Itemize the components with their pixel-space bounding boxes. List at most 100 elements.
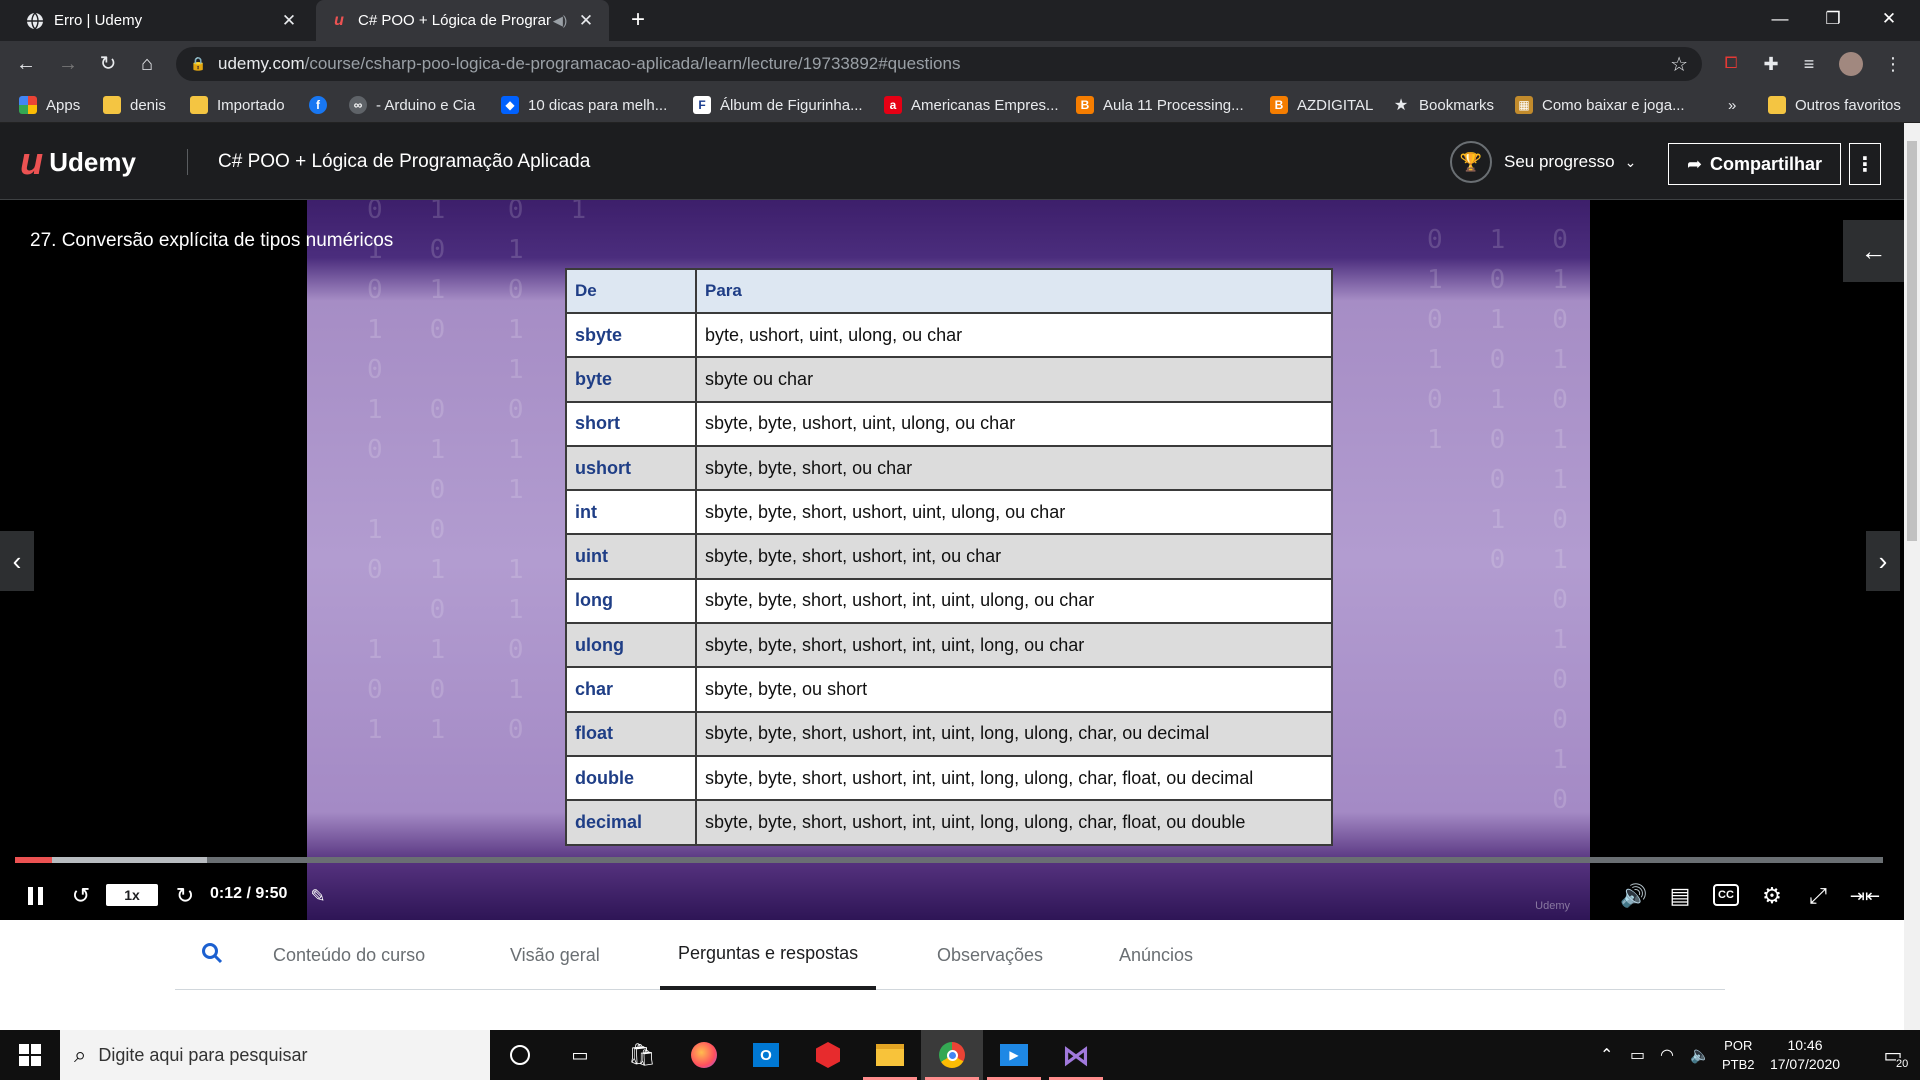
bookmark-label: denis bbox=[130, 96, 166, 114]
tab-visao-geral[interactable]: Visão geral bbox=[510, 920, 600, 990]
volume-button[interactable]: 🔊 bbox=[1618, 876, 1650, 916]
home-icon[interactable]: ⌂ bbox=[133, 50, 161, 78]
progress-dropdown[interactable]: 🏆 Seu progresso ⌄ bbox=[1450, 141, 1636, 183]
table-row: double sbyte, byte, short, ushort, int, u… bbox=[565, 754, 1333, 802]
previous-lecture-button[interactable]: ‹ bbox=[0, 531, 34, 591]
tab-observacoes[interactable]: Observações bbox=[937, 920, 1043, 990]
visual-studio-app[interactable]: ⋈ bbox=[1045, 1030, 1107, 1080]
fullscreen-button[interactable]: ⤢ bbox=[1802, 876, 1834, 916]
media-queue-icon[interactable]: ≡ bbox=[1796, 51, 1822, 77]
search-icon[interactable] bbox=[201, 942, 225, 966]
reload-icon[interactable]: ↻ bbox=[94, 50, 122, 78]
expand-arrows-icon: ⇥⇤ bbox=[1849, 885, 1881, 906]
battery-icon[interactable]: ▭ bbox=[1630, 1030, 1645, 1080]
restore-button[interactable]: ❐ bbox=[1810, 0, 1856, 41]
back-arrow-icon[interactable]: ← bbox=[12, 50, 40, 78]
table-row: ulong sbyte, byte, short, ushort, int, ui… bbox=[565, 622, 1333, 669]
pdf-extension-icon[interactable]: ⧠ bbox=[1718, 51, 1744, 77]
close-window-button[interactable]: ✕ bbox=[1866, 0, 1912, 41]
scrollbar-thumb[interactable] bbox=[1907, 141, 1917, 541]
video-player[interactable]: 0 1 0 1 1 0 1 0 1 0 0 1 0 1 0 0 1 1 0 0 … bbox=[0, 200, 1904, 920]
bookmark-facebook[interactable]: f bbox=[309, 87, 336, 123]
bookmark-aula-11[interactable]: B Aula 11 Processing... bbox=[1076, 87, 1244, 123]
page-scrollbar[interactable] bbox=[1904, 123, 1920, 1030]
udemy-logo[interactable]: u Udemy bbox=[20, 143, 136, 181]
browser-tab-erro[interactable]: Erro | Udemy ✕ bbox=[12, 0, 312, 41]
wifi-icon[interactable]: ◠ bbox=[1660, 1030, 1674, 1080]
collapse-sidebar-button[interactable]: ← bbox=[1843, 220, 1904, 282]
address-bar[interactable]: 🔒 udemy.com/course/csharp-poo-logica-de-… bbox=[176, 47, 1702, 81]
rewind-5-button[interactable]: ↺ bbox=[66, 876, 96, 916]
pause-button[interactable] bbox=[20, 876, 50, 916]
show-hidden-icons-button[interactable]: ⌃ bbox=[1600, 1030, 1613, 1080]
bookmark-label: Americanas Empres... bbox=[911, 96, 1059, 114]
taskbar-search-box[interactable]: ⌕ Digite aqui para pesquisar bbox=[60, 1030, 490, 1080]
keyboard-layout: PTB2 bbox=[1722, 1057, 1755, 1072]
bookmark-denis[interactable]: denis bbox=[103, 87, 166, 123]
cortana-button[interactable] bbox=[489, 1030, 551, 1080]
settings-button[interactable]: ⚙ bbox=[1756, 876, 1788, 916]
table-cell-de: uint bbox=[565, 533, 697, 580]
chrome-app[interactable] bbox=[921, 1030, 983, 1080]
bookmark-label: Como baixar e joga... bbox=[1542, 96, 1685, 114]
bookmark-arduino[interactable]: ∞ - Arduino e Cia bbox=[349, 87, 475, 123]
next-lecture-button[interactable]: › bbox=[1866, 531, 1900, 591]
volume-tray-icon[interactable]: 🔈 bbox=[1690, 1030, 1710, 1080]
table-row: int sbyte, byte, short, ushort, uint, ulo… bbox=[565, 489, 1333, 536]
notification-count: 20 bbox=[1896, 1058, 1909, 1070]
minimize-button[interactable]: — bbox=[1757, 0, 1803, 41]
forward-5-button[interactable]: ↻ bbox=[170, 876, 200, 916]
udemy-header: u Udemy C# POO + Lógica de Programação A… bbox=[0, 123, 1904, 200]
bookmark-outros-favoritos[interactable]: Outros favoritos bbox=[1768, 87, 1901, 123]
language-indicator[interactable]: POR PTB2 bbox=[1722, 1030, 1755, 1080]
bookmark-americanas[interactable]: a Americanas Empres... bbox=[884, 87, 1059, 123]
video-progress-bar[interactable] bbox=[15, 857, 1883, 863]
system-clock[interactable]: 10:46 17/07/2020 bbox=[1760, 1036, 1850, 1074]
lecture-title: 27. Conversão explícita de tipos numéric… bbox=[30, 230, 394, 251]
course-title[interactable]: C# POO + Lógica de Programação Aplicada bbox=[218, 151, 590, 173]
extensions-puzzle-icon[interactable]: ✚ bbox=[1758, 51, 1784, 77]
task-view-button[interactable]: ▭ bbox=[549, 1030, 611, 1080]
bookmark-10-dicas[interactable]: ◆ 10 dicas para melh... bbox=[501, 87, 667, 123]
browser-tab-udemy[interactable]: u C# POO + Lógica de Progran ◀) ✕ bbox=[316, 0, 609, 41]
file-explorer-app[interactable] bbox=[859, 1030, 921, 1080]
forward-arrow-icon[interactable]: → bbox=[54, 50, 82, 78]
share-button[interactable]: ➦ Compartilhar bbox=[1668, 143, 1841, 185]
sketchup-app[interactable] bbox=[797, 1030, 859, 1080]
tab-conteudo-do-curso[interactable]: Conteúdo do curso bbox=[273, 920, 425, 990]
globe-icon bbox=[26, 12, 44, 30]
table-header-para: Para bbox=[695, 268, 1333, 314]
bookmarks-overflow-button[interactable]: » bbox=[1728, 87, 1736, 123]
video-app[interactable]: ▶ bbox=[983, 1030, 1045, 1080]
close-tab-icon[interactable]: ✕ bbox=[280, 11, 298, 31]
tab-perguntas-e-respostas[interactable]: Perguntas e respostas bbox=[660, 920, 877, 990]
bookmark-star-icon[interactable]: ☆ bbox=[1670, 52, 1688, 77]
note-pencil-icon: ✎ bbox=[310, 885, 326, 906]
bookmark-como-baixar[interactable]: ▦ Como baixar e joga... bbox=[1515, 87, 1685, 123]
captions-button[interactable]: CC bbox=[1713, 884, 1739, 906]
header-divider bbox=[187, 149, 188, 175]
outlook-app[interactable]: O bbox=[735, 1030, 797, 1080]
transcript-button[interactable]: ▤ bbox=[1664, 876, 1696, 916]
bookmark-azdigital[interactable]: B AZDIGITAL bbox=[1270, 87, 1373, 123]
chrome-menu-icon[interactable]: ⋮ bbox=[1880, 51, 1906, 77]
playback-speed-button[interactable]: 1x bbox=[106, 884, 158, 906]
start-button[interactable] bbox=[0, 1030, 60, 1080]
bookmark-apps[interactable]: Apps bbox=[19, 87, 80, 123]
bookmark-bookmarks[interactable]: ★ Bookmarks bbox=[1392, 87, 1494, 123]
profile-avatar[interactable] bbox=[1838, 51, 1864, 77]
more-options-button[interactable]: ⋮ bbox=[1849, 143, 1881, 185]
store-app[interactable]: 🛍 bbox=[611, 1030, 673, 1080]
visual-studio-icon: ⋈ bbox=[1062, 1039, 1090, 1071]
add-note-button[interactable]: ✎ bbox=[303, 876, 333, 916]
expanded-view-button[interactable]: ⇥⇤ bbox=[1848, 876, 1882, 916]
close-tab-icon[interactable]: ✕ bbox=[577, 11, 595, 31]
tab-anuncios[interactable]: Anúncios bbox=[1119, 920, 1193, 990]
notification-center-button[interactable]: ▭ 20 bbox=[1866, 1030, 1920, 1080]
bookmark-album[interactable]: F Álbum de Figurinha... bbox=[693, 87, 863, 123]
bookmark-importado[interactable]: Importado bbox=[190, 87, 285, 123]
new-tab-button[interactable]: + bbox=[624, 6, 652, 34]
browser-tab-strip: Erro | Udemy ✕ u C# POO + Lógica de Prog… bbox=[0, 0, 1920, 41]
firefox-app[interactable] bbox=[673, 1030, 735, 1080]
speaker-icon[interactable]: ◀) bbox=[551, 13, 569, 29]
